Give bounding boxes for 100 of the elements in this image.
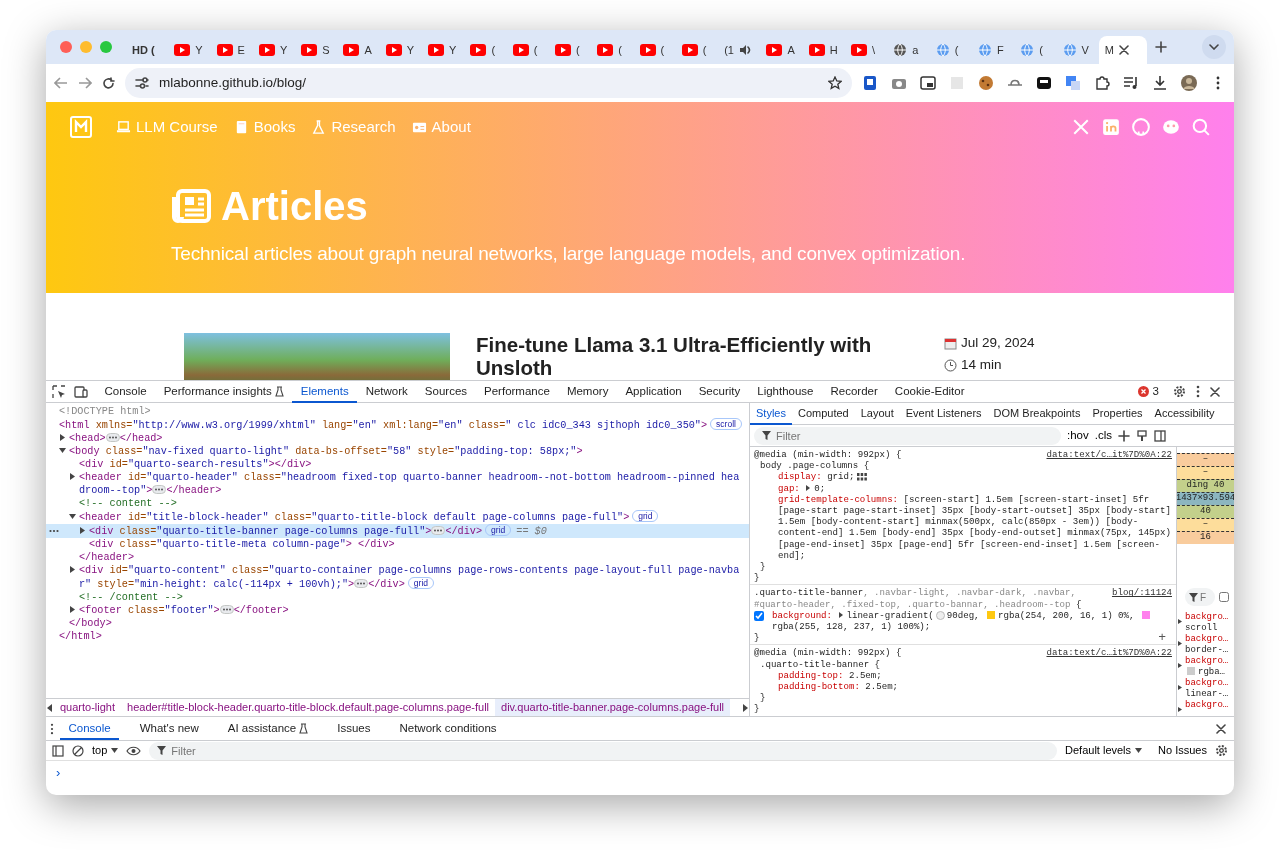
browser-tab[interactable]: ( <box>929 36 972 64</box>
error-count[interactable]: 3 <box>1152 382 1159 401</box>
devtools-tab[interactable]: Recorder <box>822 380 887 403</box>
breadcrumb[interactable]: div.quarto-title-banner.page-columns.page-full <box>495 699 731 716</box>
browser-tab[interactable]: ( <box>675 36 719 64</box>
devtools-tab[interactable]: Security <box>690 380 749 403</box>
browser-tab[interactable]: S <box>295 36 338 64</box>
browser-tab[interactable]: Y <box>252 36 296 64</box>
devtools-tab[interactable]: Performance insights <box>155 380 293 403</box>
dom-node[interactable]: <head> </head> <box>46 432 749 445</box>
css-declaration[interactable]: display: grid; <box>760 471 1172 483</box>
browser-tab[interactable]: ( <box>1014 36 1057 64</box>
computed-property[interactable]: backgro… linear-… <box>1177 678 1234 700</box>
article-title[interactable]: Fine-tune Llama 3.1 Ultra-Efficiently with Unsloth <box>476 334 916 380</box>
scroll-right-icon[interactable] <box>741 703 749 712</box>
expand-triangle-icon[interactable] <box>69 513 76 520</box>
browser-tab[interactable]: ( <box>464 36 507 64</box>
dom-node[interactable]: <div class="quarto-title-banner page-columns page-full"> </div> grid == $0 <box>46 524 749 538</box>
css-declaration[interactable]: padding-bottom: 2.5em; <box>760 681 1172 693</box>
drawer-tab[interactable]: Network conditions <box>390 717 506 740</box>
browser-tab[interactable]: E <box>210 36 253 64</box>
dom-node[interactable]: <html xmlns="http://www.w3.org/1999/xhtml" lang="en" xml:lang="en" class=" clc idc0_343 sjthoph idc0_350"> scroll <box>46 418 749 432</box>
source-link[interactable]: blog/:11124 <box>1111 587 1172 599</box>
dom-node[interactable]: <div id="quarto-search-results"></div> <box>46 458 749 471</box>
computed-filter-field[interactable]: F <box>1185 588 1215 606</box>
devtools-tab[interactable]: Cookie-Editor <box>886 380 973 403</box>
expand-triangle-icon[interactable] <box>69 566 76 573</box>
reload-icon[interactable] <box>102 76 115 90</box>
extension-icon[interactable] <box>862 75 878 91</box>
browser-tab[interactable]: ( <box>548 36 592 64</box>
close-icon[interactable] <box>1216 723 1226 734</box>
class-toggle[interactable]: .cls <box>1094 426 1112 445</box>
computed-property[interactable]: backgro… scroll <box>1177 612 1234 634</box>
color-swatch[interactable] <box>987 610 996 619</box>
download-icon[interactable] <box>1152 75 1168 91</box>
playlist-icon[interactable] <box>1123 75 1139 91</box>
dom-node[interactable]: <header id="quarto-header" class="headroom fixed-top quarto-banner headroom--not-bottom headroom--pinned headroom--top"> </header> <box>46 471 749 497</box>
browser-tab[interactable]: Y <box>168 36 211 64</box>
devtools-tab[interactable]: Network <box>357 380 417 403</box>
inspect-icon[interactable] <box>52 384 66 399</box>
scroll-left-icon[interactable] <box>46 703 54 712</box>
browser-tab[interactable]: A <box>337 36 380 64</box>
eye-icon[interactable] <box>126 745 142 756</box>
expand-triangle-icon[interactable] <box>805 485 812 492</box>
devtools-tab[interactable]: Lighthouse <box>748 380 822 403</box>
grid-editor-icon[interactable] <box>857 473 868 481</box>
sidebar-tab[interactable]: Properties <box>1086 402 1149 425</box>
extension-icon[interactable] <box>1036 75 1052 91</box>
plus-icon[interactable] <box>1118 429 1130 442</box>
hover-state-toggle[interactable]: :hov <box>1067 426 1089 445</box>
sidebar-tab[interactable]: DOM Breakpoints <box>987 402 1087 425</box>
browser-tab[interactable]: ( <box>633 36 676 64</box>
forward-icon[interactable] <box>78 77 92 89</box>
tab-search-button[interactable] <box>1202 35 1226 59</box>
computed-property[interactable]: backgro… <box>1177 700 1234 711</box>
close-icon[interactable] <box>1119 45 1129 55</box>
drawer-tab[interactable]: Console <box>60 717 120 740</box>
show-all-checkbox[interactable] <box>1219 592 1229 602</box>
expand-triangle-icon[interactable] <box>69 473 76 480</box>
breadcrumb[interactable]: header#title-block-header.quarto-title-block.default.page-columns.page-full <box>121 699 496 716</box>
expand-triangle-icon[interactable] <box>59 434 66 441</box>
drawer-tab[interactable]: What's new <box>131 717 208 740</box>
computed-property[interactable]: backgro… border-… <box>1177 634 1234 656</box>
sidebar-tab[interactable]: Computed <box>791 402 855 425</box>
breadcrumb[interactable]: quarto-light <box>54 699 122 716</box>
context-dropdown[interactable]: top <box>92 742 119 759</box>
css-declaration[interactable]: background: linear-gradient( 90deg, rgba(254, 200, 16, 1) 0%, rgba(255, 128, 237, 1) 100%); <box>754 609 1172 633</box>
dom-node[interactable]: <footer class="footer"> </footer> <box>46 604 749 617</box>
more-icon[interactable] <box>1196 385 1200 398</box>
more-icon[interactable] <box>49 529 59 533</box>
browser-tab[interactable]: ( <box>506 36 549 64</box>
expand-triangle-icon[interactable] <box>837 612 844 619</box>
picture-in-picture-icon[interactable] <box>920 75 936 91</box>
dom-node[interactable]: <div class="quarto-title-meta column-page"> </div> <box>46 538 749 551</box>
devtools-tab[interactable]: Memory <box>558 380 617 403</box>
address-bar[interactable]: mlabonne.github.io/blog/ <box>125 68 852 98</box>
computed-property[interactable]: backgro… rgba… <box>1177 656 1234 678</box>
paint-icon[interactable] <box>1136 429 1148 442</box>
browser-tab[interactable]: HD ( <box>126 36 169 64</box>
browser-tab[interactable]: M <box>1098 36 1147 64</box>
expand-triangle-icon[interactable] <box>79 527 86 534</box>
dom-node[interactable]: <!-- content --> <box>46 497 749 510</box>
avatar-icon[interactable] <box>1181 75 1197 91</box>
console-prompt[interactable]: › <box>56 765 61 780</box>
add-property-button[interactable]: + <box>1158 632 1166 644</box>
browser-tab[interactable]: A <box>760 36 803 64</box>
browser-tab[interactable]: F <box>971 36 1015 64</box>
star-icon[interactable] <box>828 76 842 90</box>
devtools-tab[interactable]: Elements <box>292 380 358 403</box>
styles-filter-field[interactable]: Filter <box>754 426 1061 445</box>
css-selector[interactable]: .quarto-title-banner { <box>754 658 902 670</box>
toggle-checkbox[interactable] <box>754 610 764 621</box>
browser-tab[interactable]: Y <box>422 36 465 64</box>
css-declaration[interactable]: padding-top: 2.5em; <box>760 669 1172 682</box>
dom-node[interactable]: <!-- /content --> <box>46 591 749 604</box>
browser-tab[interactable]: ( <box>591 36 634 64</box>
drawer-tab[interactable]: AI assistance <box>219 717 317 740</box>
browser-tab[interactable]: Y <box>379 36 423 64</box>
log-levels-dropdown[interactable]: Default levels <box>1065 742 1143 759</box>
css-selector[interactable]: body .page-columns { <box>754 460 902 472</box>
